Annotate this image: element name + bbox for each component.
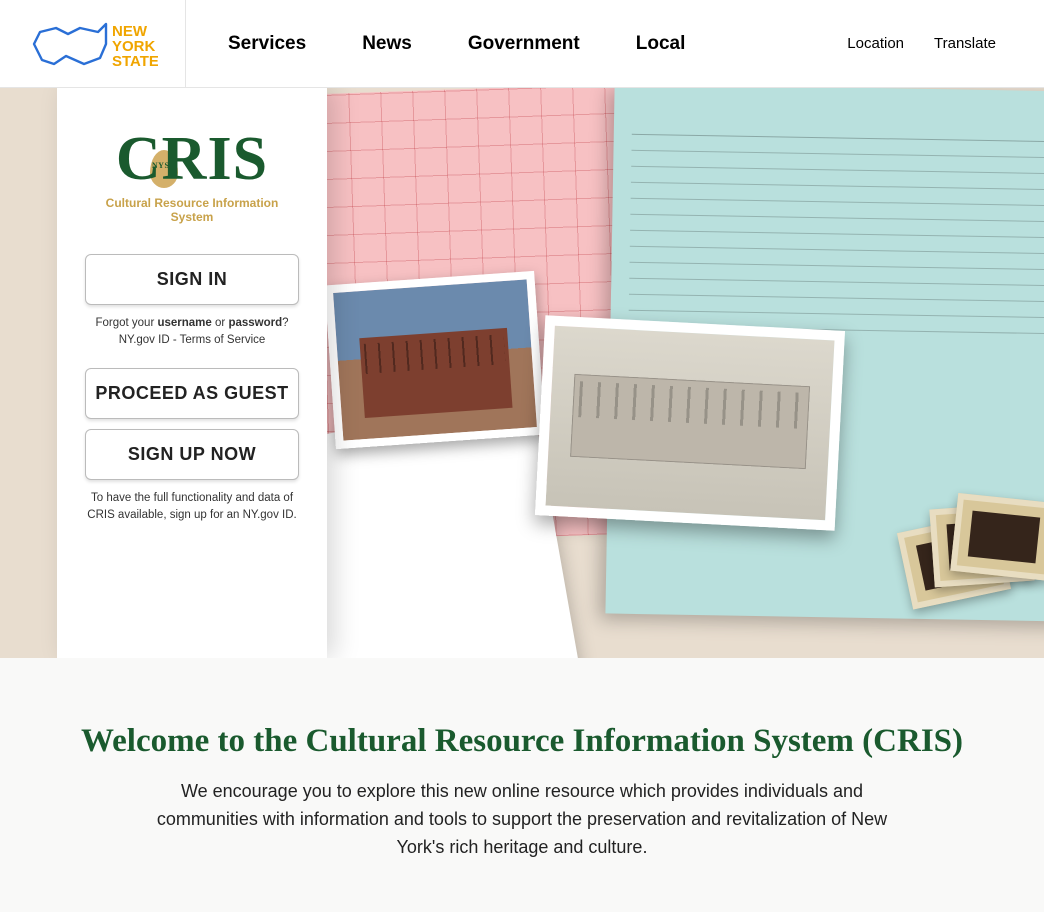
sign-in-button[interactable]: SIGN IN bbox=[85, 254, 299, 305]
forgot-links: Forgot your username or password? NY.gov… bbox=[85, 315, 299, 350]
hero-collage bbox=[260, 88, 1044, 658]
util-nav: Location Translate bbox=[847, 35, 996, 52]
collage-photo-historic-building bbox=[535, 315, 845, 530]
ny-state-logo[interactable]: NEW YORK STATE bbox=[0, 0, 186, 88]
nygov-tos-link[interactable]: NY.gov ID - Terms of Service bbox=[119, 334, 266, 346]
nav-local[interactable]: Local bbox=[636, 33, 686, 55]
welcome-heading: Welcome to the Cultural Resource Informa… bbox=[60, 723, 984, 760]
collage-slides bbox=[904, 498, 1044, 628]
login-panel: NYS CRIS Cultural Resource Information S… bbox=[57, 88, 327, 658]
nav-services[interactable]: Services bbox=[228, 33, 306, 55]
cris-subtitle: Cultural Resource Information System bbox=[85, 196, 299, 224]
nav-location[interactable]: Location bbox=[847, 35, 904, 52]
cris-logo: NYS CRIS Cultural Resource Information S… bbox=[85, 128, 299, 224]
main-nav: Services News Government Local bbox=[228, 33, 685, 55]
ny-state-outline-icon: NEW YORK STATE bbox=[28, 14, 158, 74]
forgot-password-link[interactable]: password bbox=[228, 317, 282, 329]
hero: NYS CRIS Cultural Resource Information S… bbox=[0, 88, 1044, 658]
cris-egg-text: NYS bbox=[152, 162, 170, 170]
topbar: NEW YORK STATE Services News Government … bbox=[0, 0, 1044, 88]
welcome-body: We encourage you to explore this new onl… bbox=[142, 778, 902, 862]
sign-up-note: To have the full functionality and data … bbox=[85, 490, 299, 525]
nav-government[interactable]: Government bbox=[468, 33, 580, 55]
forgot-username-link[interactable]: username bbox=[157, 317, 211, 329]
collage-photo-brick-building bbox=[325, 271, 546, 449]
sign-up-now-button[interactable]: SIGN UP NOW bbox=[85, 429, 299, 480]
nav-translate[interactable]: Translate bbox=[934, 35, 996, 52]
logo-text-state: STATE bbox=[112, 53, 158, 70]
nav-news[interactable]: News bbox=[362, 33, 412, 55]
proceed-as-guest-button[interactable]: PROCEED AS GUEST bbox=[85, 368, 299, 419]
welcome-section: Welcome to the Cultural Resource Informa… bbox=[0, 658, 1044, 912]
cris-wordmark: NYS CRIS bbox=[116, 128, 268, 190]
